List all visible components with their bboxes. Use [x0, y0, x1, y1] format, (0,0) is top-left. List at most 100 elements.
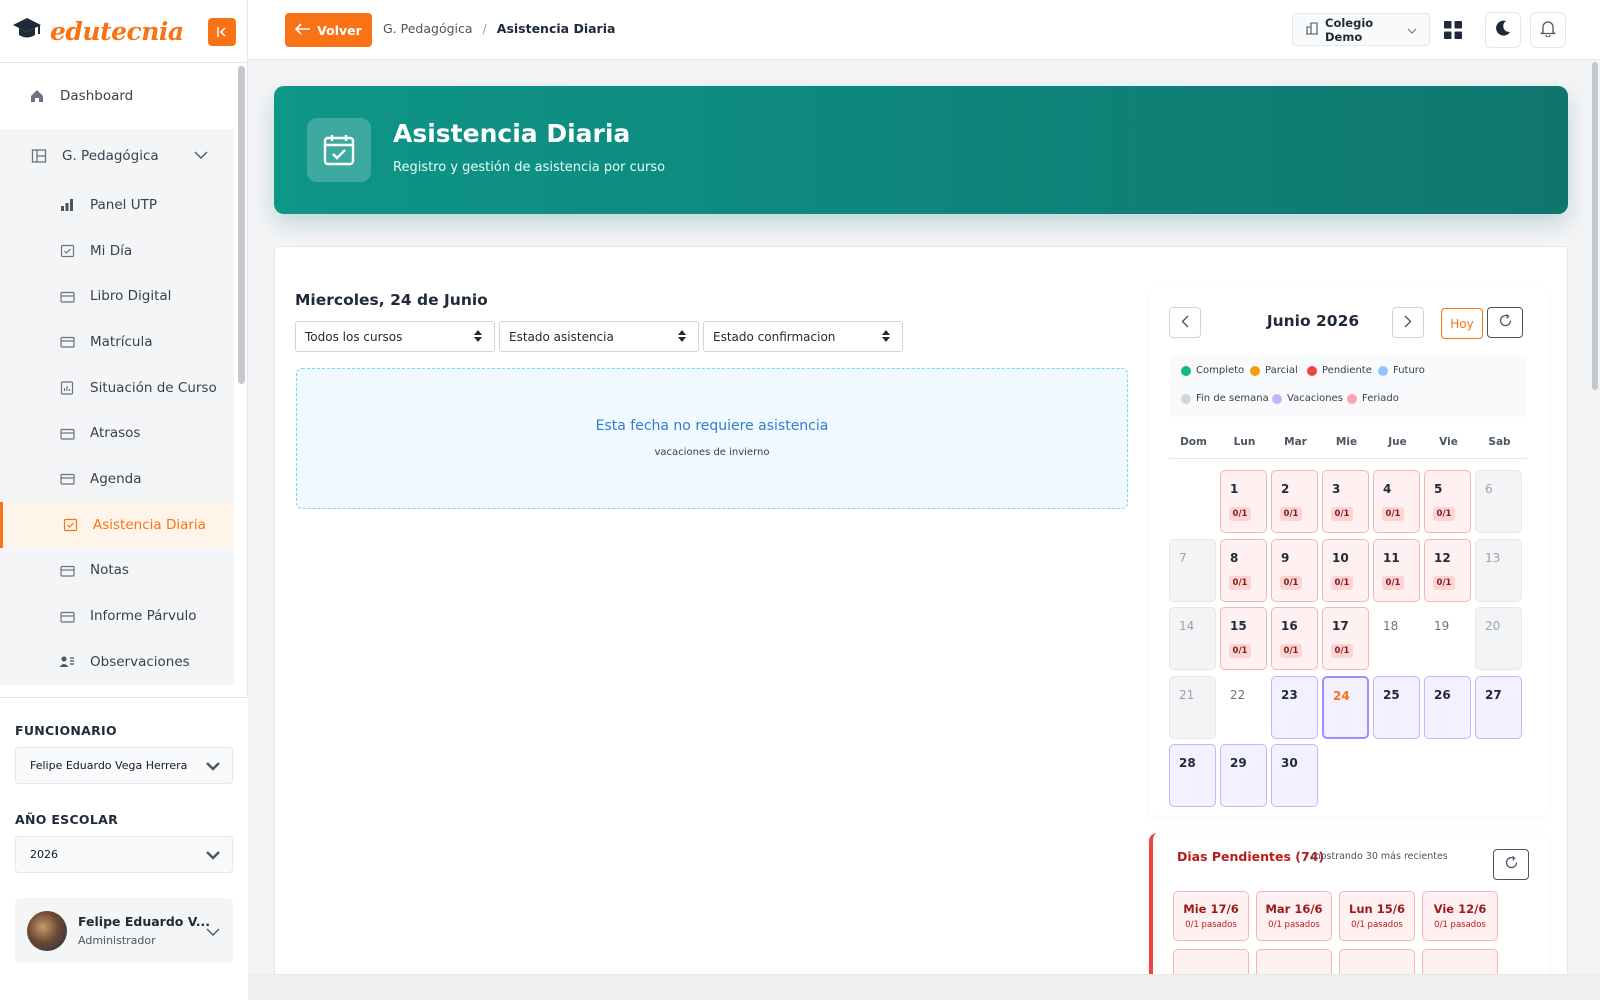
calendar-day-badge: 0/1	[1382, 575, 1404, 590]
sidebar-item-asistencia-diaria[interactable]: Asistencia Diaria	[0, 501, 234, 548]
sidebar-item-g-pedagogica[interactable]: G. Pedagógica	[0, 129, 234, 182]
calendar-day[interactable]: 15 0/1	[1220, 607, 1267, 670]
sidebar-nav: Dashboard G. Pedagógica Panel UTP Mi Día…	[0, 63, 234, 696]
pending-day-chip-partial[interactable]	[1339, 949, 1415, 974]
calendar-day[interactable]: 30	[1271, 744, 1318, 807]
sidebar-item-notas[interactable]: Notas	[0, 547, 234, 594]
calendar-day-number: 29	[1230, 756, 1247, 770]
collapse-sidebar-button[interactable]	[208, 18, 236, 46]
calendar-today-button[interactable]: Hoy	[1441, 308, 1483, 339]
calendar-day[interactable]: 10 0/1	[1322, 538, 1369, 602]
calendar-day[interactable]: 1 0/1	[1220, 470, 1267, 533]
calendar-day[interactable]: 13	[1475, 538, 1522, 602]
calendar-day[interactable]: 29	[1220, 744, 1267, 807]
calendar-day[interactable]: 21	[1169, 675, 1216, 739]
calendar: Junio 2026 Hoy Completo Parcial Pendiente F…	[1149, 288, 1549, 816]
weekday-header: Mar	[1284, 436, 1307, 448]
attendance-status-filter-value: Estado asistencia	[509, 329, 614, 344]
calendar-day[interactable]: 17 0/1	[1322, 607, 1369, 670]
apps-grid-icon[interactable]	[1444, 21, 1462, 43]
calendar-check-icon	[307, 118, 371, 182]
sidebar-item-panel-utp[interactable]: Panel UTP	[0, 182, 234, 228]
calendar-day[interactable]: 6	[1475, 470, 1522, 533]
calendar-day[interactable]: 19	[1424, 607, 1471, 670]
sidebar-item-agenda[interactable]: Agenda	[0, 456, 234, 502]
page-title: Asistencia Diaria	[393, 119, 631, 148]
calendar-next-button[interactable]	[1392, 307, 1424, 338]
horizontal-scrollbar[interactable]	[248, 974, 1600, 1000]
calendar-day[interactable]: 24	[1322, 675, 1369, 739]
dark-mode-button[interactable]	[1485, 12, 1521, 48]
breadcrumb: G. Pedagógica / Asistencia Diaria	[383, 21, 615, 36]
calendar-day-badge: 0/1	[1331, 507, 1353, 521]
calendar-day[interactable]: 27	[1475, 675, 1522, 739]
calendar-day[interactable]: 23	[1271, 675, 1318, 739]
sidebar-item-matricula[interactable]: Matrícula	[0, 319, 234, 365]
sidebar: edutecnia Dashboard G. Pedagógica Panel …	[0, 0, 248, 1000]
back-button[interactable]: Volver	[285, 13, 372, 47]
calendar-day-badge: 0/1	[1331, 575, 1353, 590]
pending-day-chip[interactable]: Vie 12/6 0/1 pasados	[1422, 891, 1498, 941]
calendar-day[interactable]: 14	[1169, 607, 1216, 670]
calendar-day-badge: 0/1	[1229, 575, 1251, 590]
pending-refresh-button[interactable]	[1493, 849, 1529, 880]
chevron-down-icon	[206, 922, 220, 941]
sidebar-item-situacion-curso[interactable]: Situación de Curso	[0, 364, 234, 411]
pending-day-chip[interactable]: Mie 17/6 0/1 pasados	[1173, 891, 1249, 941]
calendar-day[interactable]: 7	[1169, 538, 1216, 602]
calendar-prev-button[interactable]	[1169, 307, 1201, 338]
pending-day-chip[interactable]: Mar 16/6 0/1 pasados	[1256, 891, 1332, 941]
sidebar-group-pedagogica: G. Pedagógica Panel UTP Mi Día Libro Dig…	[0, 129, 234, 685]
sidebar-item-informe-parvulo[interactable]: Informe Párvulo	[0, 593, 234, 639]
sort-arrows-icon	[678, 330, 686, 345]
confirmation-status-filter-select[interactable]: Estado confirmacion	[703, 321, 903, 352]
calendar-day[interactable]: 16 0/1	[1271, 607, 1318, 670]
report-icon	[58, 379, 76, 397]
calendar-day[interactable]: 8 0/1	[1220, 538, 1267, 602]
sort-arrows-icon	[474, 330, 482, 345]
calendar-day[interactable]: 4 0/1	[1373, 470, 1420, 533]
calendar-day[interactable]: 25	[1373, 675, 1420, 739]
sidebar-item-label: Informe Párvulo	[90, 608, 197, 625]
calendar-day[interactable]: 20	[1475, 607, 1522, 670]
main-scrollbar[interactable]	[1590, 60, 1600, 974]
calendar-day[interactable]: 9 0/1	[1271, 538, 1318, 602]
sidebar-scrollbar[interactable]	[238, 66, 245, 384]
weekday-header: Mie	[1335, 436, 1358, 448]
sidebar-item-observaciones[interactable]: Observaciones	[0, 638, 234, 685]
pending-day-chip-partial[interactable]	[1256, 949, 1332, 974]
sidebar-item-dashboard[interactable]: Dashboard	[0, 63, 234, 129]
user-card[interactable]: Felipe Eduardo V... Administrador	[15, 898, 233, 963]
legend-dot	[1378, 365, 1388, 376]
calendar-day[interactable]: 12 0/1	[1424, 538, 1471, 602]
sidebar-item-mi-dia[interactable]: Mi Día	[0, 227, 234, 274]
calendar-day-badge: 0/1	[1382, 507, 1404, 521]
main-scrollbar-thumb[interactable]	[1592, 62, 1598, 390]
folder-icon	[58, 333, 76, 351]
weekday-header: Jue	[1388, 436, 1407, 448]
pending-day-chip-partial[interactable]	[1173, 949, 1249, 974]
sidebar-item-atrasos[interactable]: Atrasos	[0, 410, 234, 457]
calendar-day[interactable]: 3 0/1	[1322, 470, 1369, 533]
calendar-day-badge: 0/1	[1433, 507, 1455, 521]
funcionario-select[interactable]: Felipe Eduardo Vega Herrera	[15, 747, 233, 784]
pending-day-chip-partial[interactable]	[1422, 949, 1498, 974]
calendar-day[interactable]: 2 0/1	[1271, 470, 1318, 533]
calendar-day[interactable]: 28	[1169, 744, 1216, 807]
breadcrumb-parent[interactable]: G. Pedagógica	[383, 21, 473, 36]
notifications-button[interactable]	[1530, 12, 1566, 48]
calendar-refresh-button[interactable]	[1487, 307, 1523, 338]
school-selector[interactable]: Colegio Demo	[1292, 13, 1430, 46]
pending-day-chip[interactable]: Lun 15/6 0/1 pasados	[1339, 891, 1415, 941]
year-select[interactable]: 2026	[15, 836, 233, 873]
calendar-day-number: 18	[1383, 619, 1399, 633]
calendar-day[interactable]: 22	[1220, 676, 1267, 739]
chevron-left-icon	[1181, 313, 1189, 332]
sidebar-item-libro-digital[interactable]: Libro Digital	[0, 273, 234, 320]
calendar-day[interactable]: 5 0/1	[1424, 470, 1471, 533]
course-filter-select[interactable]: Todos los cursos	[295, 321, 495, 352]
calendar-day[interactable]: 11 0/1	[1373, 538, 1420, 602]
attendance-status-filter-select[interactable]: Estado asistencia	[499, 321, 699, 352]
calendar-day[interactable]: 26	[1424, 675, 1471, 739]
calendar-day[interactable]: 18	[1373, 607, 1420, 670]
